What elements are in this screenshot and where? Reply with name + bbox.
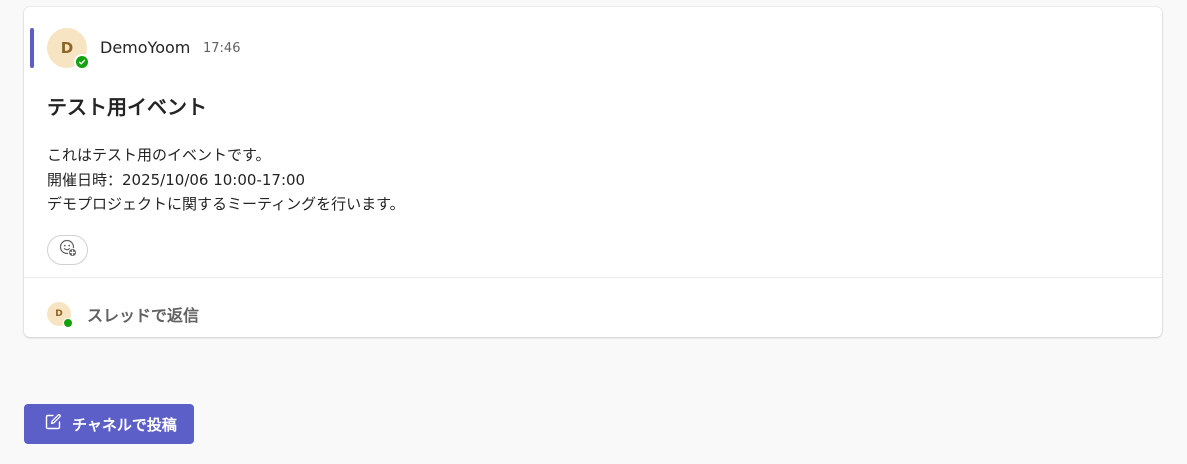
message-card: D DemoYoom 17:46 テスト用イベント これはテスト用のイベントです… [24, 7, 1162, 337]
post-in-channel-button[interactable]: チャネルで投稿 [24, 404, 194, 444]
message-timestamp: 17:46 [203, 41, 241, 56]
presence-available-icon [63, 318, 73, 328]
add-reaction-icon [58, 238, 78, 262]
reply-avatar: D [47, 302, 73, 328]
message-body-line: これはテスト用のイベントです。 [47, 146, 271, 164]
author-avatar[interactable]: D [47, 28, 90, 70]
message-subject: テスト用イベント [47, 95, 207, 119]
message-body-line: 開催日時：2025/10/06 10:00-17:00 [47, 171, 306, 189]
author-avatar-initial: D [60, 39, 74, 57]
compose-icon [43, 412, 63, 436]
post-button-label: チャネルで投稿 [72, 415, 177, 434]
message-body-line: デモプロジェクトに関するミーティングを行います。 [47, 195, 405, 213]
presence-available-icon [74, 54, 90, 70]
author-name[interactable]: DemoYoom [100, 38, 190, 57]
reply-avatar-initial: D [55, 309, 63, 319]
reply-in-thread-button[interactable]: D スレッドで返信 [47, 302, 200, 328]
reply-divider [24, 277, 1162, 278]
reply-label: スレッドで返信 [87, 306, 200, 325]
unread-accent-bar [30, 28, 34, 68]
add-reaction-button[interactable] [47, 235, 88, 265]
